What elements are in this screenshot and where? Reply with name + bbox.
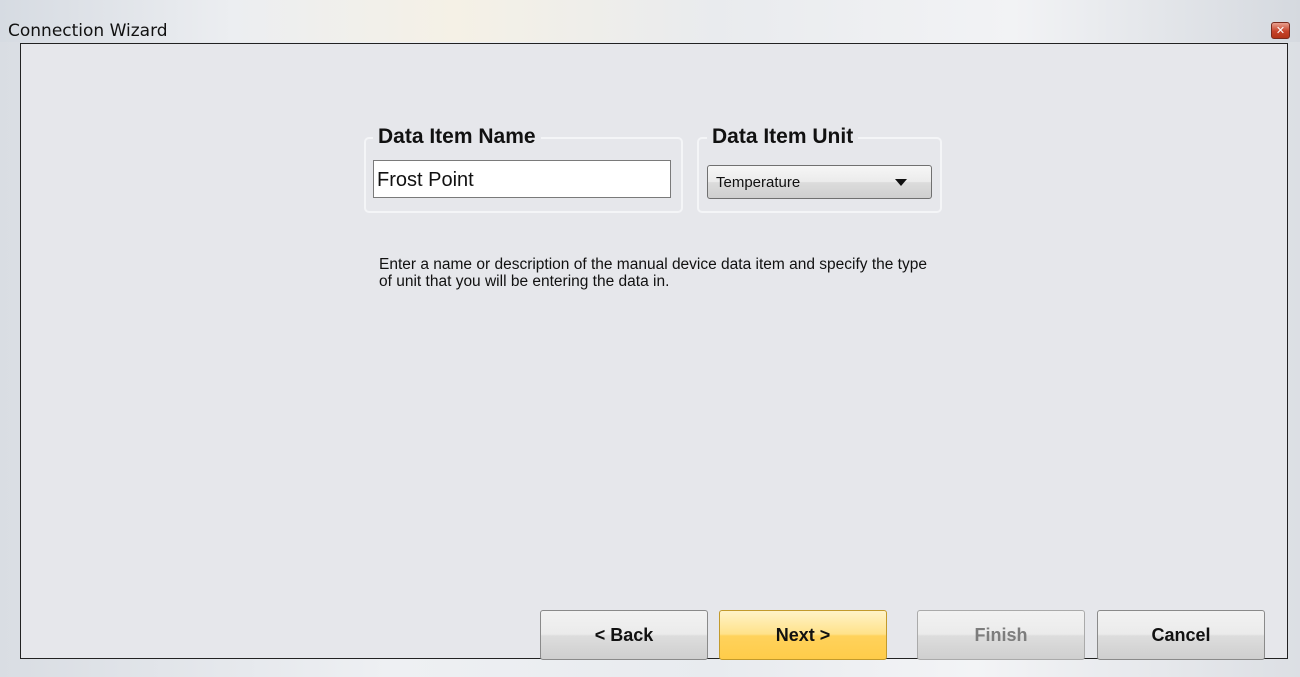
data-item-name-input[interactable]: Frost Point [373, 160, 671, 198]
close-icon[interactable]: ✕ [1271, 22, 1290, 39]
cancel-button[interactable]: Cancel [1097, 610, 1265, 660]
wizard-window: Connection Wizard ✕ Data Item Name Frost… [0, 0, 1300, 677]
back-button[interactable]: < Back [540, 610, 708, 660]
instructions-text: Enter a name or description of the manua… [379, 256, 927, 290]
wizard-content: Data Item Name Frost Point Data Item Uni… [20, 43, 1288, 660]
next-button[interactable]: Next > [719, 610, 887, 660]
data-item-unit-select[interactable]: Temperature [707, 165, 932, 199]
data-item-unit-label: Data Item Unit [707, 125, 859, 149]
chevron-down-icon [895, 179, 907, 186]
title-bar[interactable]: Connection Wizard ✕ [0, 0, 1300, 42]
unit-selected-value: Temperature [716, 174, 801, 191]
finish-button[interactable]: Finish [917, 610, 1085, 660]
data-item-name-label: Data Item Name [373, 125, 541, 149]
window-title: Connection Wizard [8, 21, 168, 41]
